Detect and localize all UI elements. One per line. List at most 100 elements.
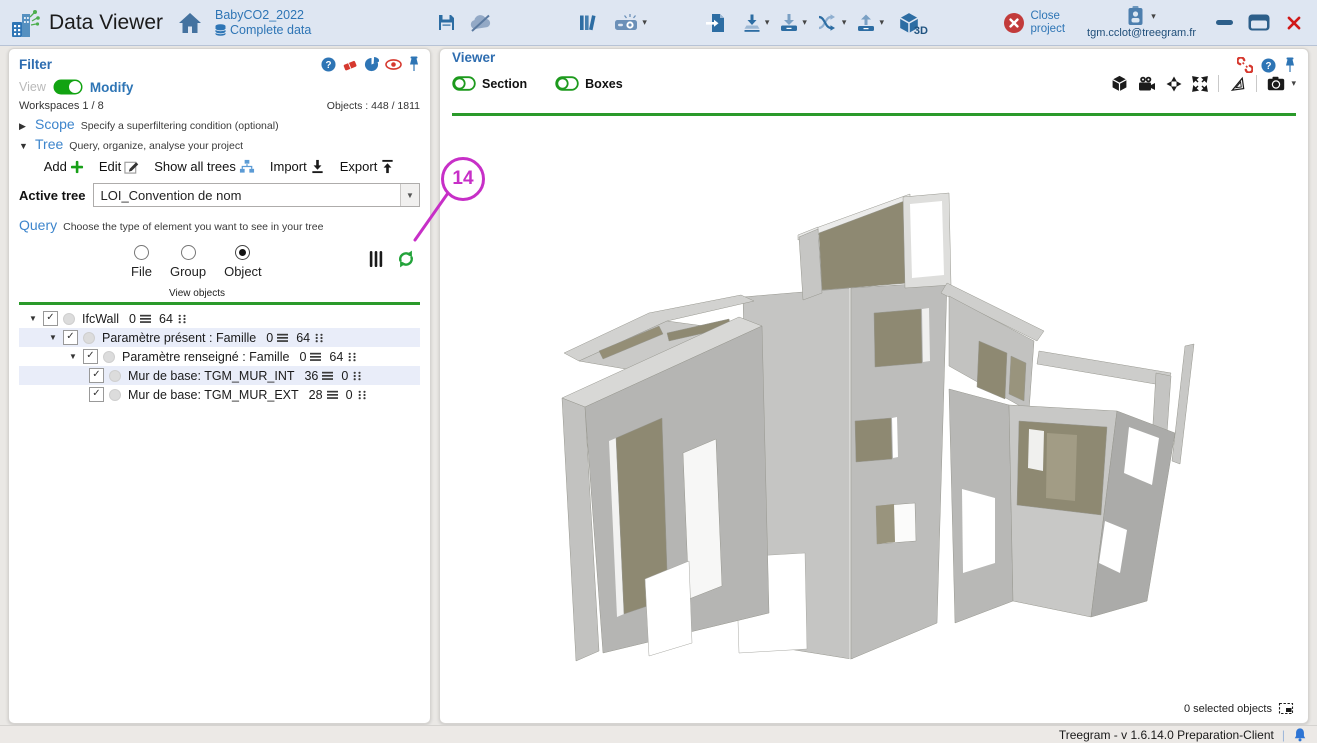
chevron-down-icon[interactable]: ▾ xyxy=(1291,78,1296,89)
row-checkbox[interactable]: ✓ xyxy=(89,387,104,402)
3d-building-model[interactable] xyxy=(440,124,1308,714)
place-import-icon[interactable] xyxy=(742,13,762,33)
workspaces-label: Workspaces 1 / 8 xyxy=(19,100,104,112)
user-account-menu[interactable]: ▾ tgm.cclot@treegram.fr xyxy=(1087,6,1196,39)
export-tree-button[interactable]: Export xyxy=(340,159,396,174)
boxes-toggle[interactable]: Boxes xyxy=(555,76,623,91)
sync-arrows-icon[interactable] xyxy=(817,13,839,32)
eye-icon[interactable] xyxy=(385,58,402,71)
eraser-icon[interactable] xyxy=(342,57,358,72)
download-tray-icon[interactable] xyxy=(779,13,799,33)
collapsed-caret-icon[interactable]: ▶ xyxy=(19,121,29,132)
section-toggle[interactable]: Section xyxy=(452,76,527,91)
selection-box-icon[interactable] xyxy=(1278,702,1294,715)
library-icon[interactable] xyxy=(579,13,599,32)
filter-bars-icon[interactable] xyxy=(369,250,383,268)
close-project-icon xyxy=(1003,12,1025,34)
tree-row[interactable]: ▼✓Paramètre présent : Famille064 xyxy=(19,328,420,347)
count-lines-icon xyxy=(327,390,338,400)
radio-group-option[interactable]: Group xyxy=(170,245,206,279)
row-checkbox[interactable]: ✓ xyxy=(63,330,78,345)
pin-icon[interactable] xyxy=(1284,57,1296,73)
toggle-off-icon xyxy=(452,76,476,91)
visibility-dot-icon[interactable] xyxy=(109,370,121,382)
visibility-dot-icon[interactable] xyxy=(63,313,75,325)
pie-chart-icon[interactable] xyxy=(364,57,379,72)
tree-row[interactable]: ✓Mur de base: TGM_MUR_EXT280 xyxy=(19,385,420,404)
bell-icon[interactable] xyxy=(1293,727,1307,742)
close-window-button[interactable] xyxy=(1285,14,1303,32)
radio-object[interactable]: Object xyxy=(224,245,262,279)
close-project-button[interactable]: Close project xyxy=(1003,10,1066,35)
chevron-down-icon[interactable]: ▾ xyxy=(642,17,647,28)
tree-row-count1: 0 xyxy=(299,350,306,364)
close-project-label-2: project xyxy=(1031,23,1066,35)
chevron-down-icon[interactable]: ▾ xyxy=(842,17,847,28)
projector-icon[interactable] xyxy=(614,13,639,33)
expand-caret-icon[interactable]: ▼ xyxy=(29,314,43,323)
radio-file[interactable]: File xyxy=(131,245,152,279)
cube-icon[interactable] xyxy=(1111,75,1128,92)
camera-icon[interactable] xyxy=(1267,76,1285,91)
select-chevron-icon[interactable]: ▼ xyxy=(400,184,419,206)
expand-caret-icon[interactable]: ▼ xyxy=(49,333,63,342)
view-modify-toggle[interactable] xyxy=(53,79,83,95)
home-icon[interactable] xyxy=(177,11,203,35)
cube-3d-icon[interactable]: 3D xyxy=(898,12,920,34)
tree-row[interactable]: ▼✓IfcWall064 xyxy=(19,309,420,328)
selected-objects-label: 0 selected objects xyxy=(1184,703,1272,715)
visibility-dot-icon[interactable] xyxy=(109,389,121,401)
show-all-trees-button[interactable]: Show all trees xyxy=(154,159,255,174)
tree-row[interactable]: ▼✓Paramètre renseigné : Famille064 xyxy=(19,347,420,366)
import-tree-button[interactable]: Import xyxy=(270,159,325,174)
import-file-icon[interactable] xyxy=(705,13,725,33)
save-icon[interactable] xyxy=(437,13,456,32)
chevron-down-icon[interactable]: ▾ xyxy=(802,17,807,28)
set-square-icon[interactable] xyxy=(1229,76,1246,92)
tree-hint: Query, organize, analyse your project xyxy=(69,140,243,152)
tree-row-count2: 64 xyxy=(296,331,310,345)
expand-icon[interactable] xyxy=(1192,76,1208,92)
row-checkbox[interactable]: ✓ xyxy=(43,311,58,326)
count-dots-icon xyxy=(314,333,325,343)
cloud-offline-icon[interactable] xyxy=(469,13,493,32)
pin-icon[interactable] xyxy=(408,56,420,72)
tree-row-label: Paramètre renseigné : Famille xyxy=(122,350,289,364)
count-lines-icon xyxy=(277,333,288,343)
expand-caret-icon[interactable]: ▼ xyxy=(69,352,83,361)
upload-tray-icon[interactable] xyxy=(856,13,876,33)
active-tree-select[interactable]: LOI_Convention de nom ▼ xyxy=(93,183,420,207)
tree-row[interactable]: ✓Mur de base: TGM_MUR_INT360 xyxy=(19,366,420,385)
tree-section-header[interactable]: ▼ Tree Query, organize, analyse your pro… xyxy=(19,136,420,152)
separator xyxy=(1218,75,1219,92)
view-label: View xyxy=(19,80,46,94)
tree-row-label: Mur de base: TGM_MUR_EXT xyxy=(128,388,299,402)
count-lines-icon xyxy=(140,314,151,324)
maximize-button[interactable] xyxy=(1248,14,1270,31)
chevron-down-icon[interactable]: ▾ xyxy=(765,17,770,28)
scope-section-header[interactable]: ▶ Scope Specify a superfiltering conditi… xyxy=(19,116,420,132)
tree-row-count1: 36 xyxy=(304,369,318,383)
minimize-icon xyxy=(1216,20,1233,25)
collapse-icon[interactable] xyxy=(1166,76,1182,92)
help-icon[interactable]: ? xyxy=(321,57,336,72)
add-tree-button[interactable]: Add xyxy=(44,159,84,174)
refresh-icon[interactable] xyxy=(396,249,416,269)
version-label: Treegram - v 1.6.14.0 Preparation-Client xyxy=(1059,728,1274,742)
video-camera-icon[interactable] xyxy=(1138,76,1156,92)
help-icon[interactable]: ? xyxy=(1261,58,1276,73)
edit-tree-button[interactable]: Edit xyxy=(99,159,139,174)
edit-pencil-icon xyxy=(124,159,139,174)
export-arrow-icon xyxy=(380,159,395,174)
count-dots-icon xyxy=(347,352,358,362)
count-dots-icon xyxy=(177,314,188,324)
visibility-dot-icon[interactable] xyxy=(103,351,115,363)
row-checkbox[interactable]: ✓ xyxy=(83,349,98,364)
visibility-dot-icon[interactable] xyxy=(83,332,95,344)
import-arrow-icon xyxy=(310,159,325,174)
minimize-button[interactable] xyxy=(1216,20,1233,25)
chevron-down-icon[interactable]: ▾ xyxy=(879,17,884,28)
broken-link-icon[interactable] xyxy=(1237,57,1253,73)
expanded-caret-icon[interactable]: ▼ xyxy=(19,141,29,151)
row-checkbox[interactable]: ✓ xyxy=(89,368,104,383)
